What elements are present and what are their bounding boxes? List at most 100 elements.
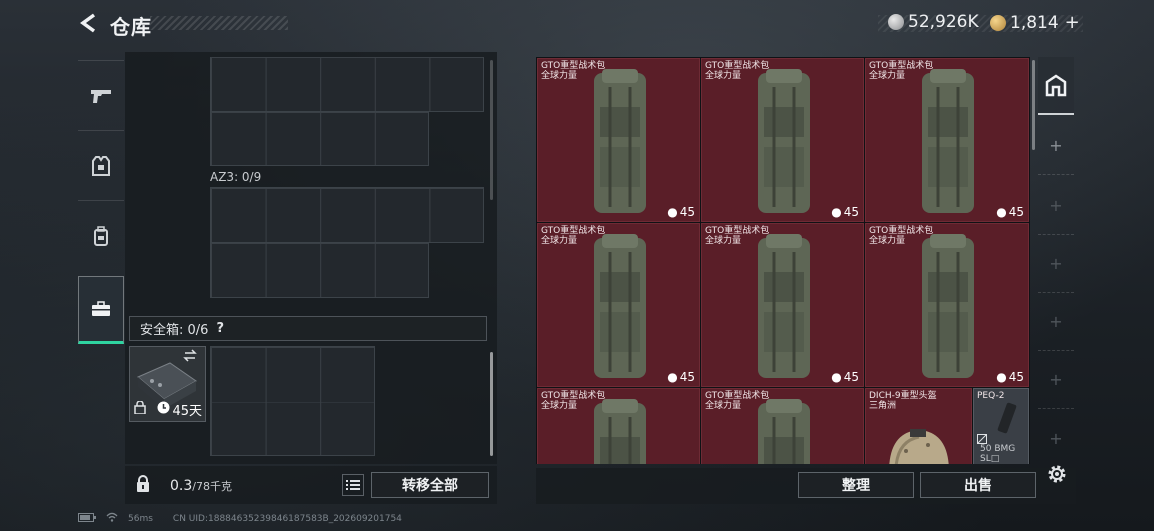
safebox-grid[interactable]: [210, 346, 375, 456]
container-grid-top[interactable]: [210, 57, 484, 112]
inventory-item[interactable]: GTO重型战术包 全球力量 ● 45: [537, 58, 700, 222]
inventory-item[interactable]: GTO重型战术包 全球力量 ● 45: [537, 223, 700, 387]
back-button[interactable]: [78, 12, 100, 34]
sidebar-item-backpacks[interactable]: [78, 200, 124, 270]
briefcase-icon: [92, 301, 110, 316]
backpack-item-icon: [758, 234, 810, 378]
user-id: CN UID:18884635239846187583B_20260920175…: [172, 513, 402, 524]
backpack-item-icon: [594, 234, 646, 378]
inventory-item[interactable]: GTO重型战术包 全球力量: [537, 388, 700, 464]
inventory-item[interactable]: GTO重型战术包 全球力量 ● 45: [865, 58, 1029, 222]
status-bar: 56ms CN UID:18884635239846187583B_202609…: [78, 512, 402, 525]
sort-button[interactable]: 整理: [798, 472, 914, 498]
stash-page-add[interactable]: +: [1038, 351, 1074, 409]
item-name: PEQ-2: [977, 391, 1005, 401]
silver-currency: 52,926K: [888, 12, 979, 32]
inventory-item[interactable]: GTO重型战术包 全球力量 ● 45: [701, 58, 864, 222]
list-view-button[interactable]: [342, 474, 364, 496]
inventory-item[interactable]: DICH-9重型头盔 三角洲: [865, 388, 972, 464]
inventory-scrollbar[interactable]: [1032, 60, 1035, 150]
sidebar-item-containers[interactable]: [78, 276, 124, 344]
chevron-left-icon: [80, 13, 96, 33]
ping-readout: 56ms: [128, 513, 153, 524]
item-name: GTO重型战术包 全球力量: [705, 61, 770, 81]
item-durability: ● 45: [831, 370, 859, 384]
gold-amount: 1,814: [1010, 12, 1059, 33]
inventory-item[interactable]: GTO重型战术包 全球力量: [701, 388, 864, 464]
inventory-item[interactable]: GTO重型战术包 全球力量 ● 45: [701, 223, 864, 387]
container-grid-top-row2[interactable]: [210, 111, 429, 166]
durability-icon: ●: [667, 370, 678, 384]
item-name: DICH-9重型头盔 三角洲: [869, 391, 937, 411]
plus-icon: +: [1049, 370, 1063, 389]
sidebar-item-armor[interactable]: [78, 130, 124, 200]
safebox-case[interactable]: 45天: [129, 346, 206, 422]
item-ammo-tag: 50 BMG SL□: [980, 444, 1016, 464]
armor-vest-icon: [92, 155, 110, 176]
item-name: GTO重型战术包 全球力量: [541, 226, 606, 246]
help-icon[interactable]: ?: [216, 321, 224, 336]
page-title: 仓库: [110, 15, 152, 39]
durability-icon: ●: [996, 205, 1007, 219]
backpack-item-icon: [594, 69, 646, 213]
inventory-grid: GTO重型战术包 全球力量 ● 45 GTO重型战术包 全球力量 ● 45 GTO重型战…: [536, 57, 1030, 464]
durability-icon: ●: [667, 205, 678, 219]
inventory-item[interactable]: GTO重型战术包 全球力量 ● 45: [865, 223, 1029, 387]
durability-icon: ●: [996, 370, 1007, 384]
weight-current: 0.3: [170, 478, 193, 494]
title-decoration: [150, 16, 288, 30]
item-name: GTO重型战术包 全球力量: [541, 61, 606, 81]
weight-lock-icon: [135, 475, 151, 497]
weight-max: /78千克: [192, 480, 232, 493]
stash-page-add[interactable]: +: [1038, 293, 1074, 351]
laser-device-icon: [997, 402, 1017, 434]
safebox-duration: 45天: [157, 400, 202, 419]
plus-icon: +: [1049, 136, 1063, 155]
stash-pages-sidebar: + + + + + +: [1038, 57, 1074, 462]
stash-page-main[interactable]: [1038, 57, 1074, 115]
safebox-capacity-label: 安全箱: 0/6: [140, 323, 209, 338]
backpack-item-icon: [922, 234, 974, 378]
az3-capacity-label: AZ3: 0/9: [210, 170, 262, 184]
battery-icon: [78, 512, 96, 525]
lock-icon: [134, 399, 146, 418]
clock-icon: [157, 401, 170, 418]
stash-page-add[interactable]: +: [1038, 235, 1074, 293]
silver-coin-icon: [888, 14, 904, 30]
wifi-icon: [106, 512, 118, 525]
item-durability: ● 45: [831, 205, 859, 219]
stash-page-add[interactable]: +: [1038, 117, 1074, 175]
transfer-all-button[interactable]: 转移全部: [371, 472, 489, 498]
plus-icon: +: [1049, 312, 1063, 331]
item-durability: ● 45: [667, 370, 695, 384]
gold-currency[interactable]: 1,814 +: [990, 12, 1080, 33]
az3-grid-row2[interactable]: [210, 242, 429, 298]
stash-page-add[interactable]: +: [1038, 409, 1074, 467]
durability-icon: ●: [831, 205, 842, 219]
storage-scrollbar-track[interactable]: [490, 60, 493, 200]
az3-grid-row1[interactable]: [210, 187, 484, 243]
backpack-item-icon: [922, 69, 974, 213]
backpack-icon: [94, 225, 108, 246]
durability-icon: ●: [831, 370, 842, 384]
item-durability: ● 45: [996, 205, 1024, 219]
inventory-item[interactable]: PEQ-2 50 BMG SL□: [973, 388, 1029, 464]
item-name: GTO重型战术包 全球力量: [705, 226, 770, 246]
plus-icon: +: [1049, 196, 1063, 215]
safebox-days: 45天: [172, 404, 202, 419]
helmet-item-icon: [889, 429, 949, 464]
backpack-item-icon: [758, 69, 810, 213]
silver-amount: 52,926K: [908, 12, 979, 32]
add-currency-button[interactable]: +: [1065, 12, 1080, 33]
stash-page-add[interactable]: +: [1038, 177, 1074, 235]
item-name: GTO重型战术包 全球力量: [541, 391, 606, 411]
sell-button[interactable]: 出售: [920, 472, 1036, 498]
settings-button[interactable]: [1046, 463, 1068, 489]
storage-scrollbar-thumb[interactable]: [490, 352, 493, 456]
list-icon: [346, 480, 360, 490]
item-name: GTO重型战术包 全球力量: [705, 391, 770, 411]
safebox-header: 安全箱: 0/6 ?: [129, 316, 487, 341]
plus-icon: +: [1049, 428, 1063, 448]
sidebar-item-weapons[interactable]: [78, 60, 124, 130]
pistol-icon: [91, 89, 111, 103]
